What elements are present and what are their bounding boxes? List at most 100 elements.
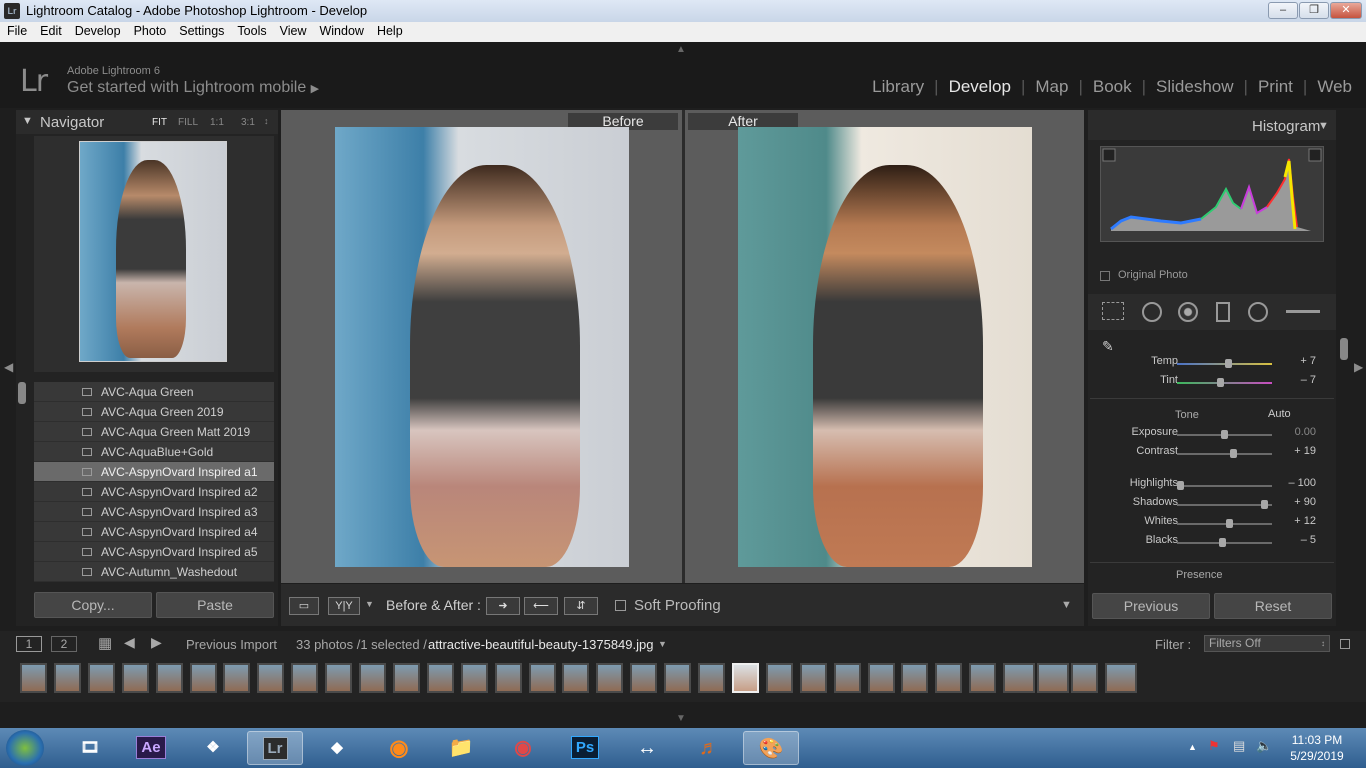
filmstrip-thumb[interactable] — [121, 663, 149, 693]
filmstrip-thumb[interactable] — [87, 663, 115, 693]
module-web[interactable]: Web — [1307, 77, 1362, 97]
slider-value[interactable]: – 5 — [1266, 534, 1316, 546]
filter-select[interactable]: Filters Off ↕ — [1204, 635, 1330, 652]
before-image[interactable] — [335, 127, 629, 567]
forward-arrow-icon[interactable]: ▶ — [151, 634, 162, 651]
photoshop-icon[interactable]: Ps — [557, 731, 613, 765]
right-panel-scrollbar[interactable] — [1340, 338, 1348, 360]
selected-filename[interactable]: attractive-beautiful-beauty-1375849.jpg — [428, 637, 653, 652]
filmora-icon[interactable]: ◆ — [309, 731, 365, 765]
filmstrip-thumb[interactable] — [426, 663, 454, 693]
module-slideshow[interactable]: Slideshow — [1146, 77, 1244, 97]
filmstrip-thumb[interactable] — [325, 663, 353, 693]
previous-button[interactable]: Previous — [1092, 593, 1210, 619]
filmstrip-thumb[interactable] — [867, 663, 895, 693]
preset-item[interactable]: AVC-Autumn_Washedout — [34, 562, 274, 582]
main-screen-button[interactable]: 1 — [16, 636, 42, 652]
menu-photo[interactable]: Photo — [127, 22, 173, 38]
preset-item[interactable]: AVC-AspynOvard Inspired a2 — [34, 482, 274, 502]
second-screen-button[interactable]: 2 — [51, 636, 77, 652]
filmstrip-thumb-selected[interactable] — [731, 663, 759, 693]
preset-item[interactable]: AVC-Aqua Green — [34, 382, 274, 402]
slider-value[interactable]: 0.00 — [1266, 426, 1316, 438]
restore-button[interactable]: ❐ — [1299, 2, 1329, 19]
file-explorer-icon[interactable]: 📁 — [433, 731, 489, 765]
collapse-triangle-icon[interactable]: ▼ — [22, 115, 33, 127]
reset-button[interactable]: Reset — [1214, 593, 1332, 619]
loupe-view-icon[interactable]: ▭ — [289, 597, 319, 615]
slider-track[interactable] — [1177, 382, 1272, 384]
swap-settings-icon[interactable]: ⇵ — [564, 597, 598, 615]
soft-proofing-checkbox[interactable] — [615, 600, 626, 611]
slider-value[interactable]: + 90 — [1266, 496, 1316, 508]
start-button-icon[interactable] — [6, 730, 44, 766]
filmstrip-thumb[interactable] — [901, 663, 929, 693]
filmstrip-thumb[interactable] — [460, 663, 488, 693]
filmstrip-thumb[interactable] — [1037, 663, 1069, 693]
menu-help[interactable]: Help — [370, 22, 409, 38]
filmstrip-thumb[interactable] — [257, 663, 285, 693]
navigator-header[interactable]: ▼ Navigator FIT FILL 1:1 3:1 ↕ — [16, 110, 278, 134]
slider-thumb[interactable] — [1229, 449, 1237, 458]
network-icon[interactable]: ▤ — [1233, 738, 1245, 754]
filmstrip-thumb[interactable] — [1104, 663, 1137, 693]
menu-settings[interactable]: Settings — [172, 22, 230, 38]
slider-value[interactable]: + 12 — [1266, 515, 1316, 527]
preset-item[interactable]: AVC-AspynOvard Inspired a4 — [34, 522, 274, 542]
collapse-triangle-icon[interactable]: ▼ — [1318, 120, 1329, 132]
crop-tool-icon[interactable] — [1102, 302, 1124, 320]
left-panel-toggle-icon[interactable]: ◀ — [4, 360, 13, 374]
copy-button[interactable]: Copy... — [34, 592, 152, 618]
audio-app-icon[interactable]: ♬ — [681, 731, 737, 765]
navigator-preview-area[interactable] — [34, 136, 274, 372]
teamviewer-icon[interactable]: ↔ — [619, 731, 675, 765]
filmstrip-thumb[interactable] — [223, 663, 251, 693]
slider-track[interactable] — [1177, 453, 1272, 455]
toolbar-menu-icon[interactable]: ▼ — [1061, 599, 1072, 611]
filmstrip-thumb[interactable] — [359, 663, 386, 693]
right-panel-toggle-icon[interactable]: ▶ — [1354, 360, 1363, 374]
lightroom-taskbar-icon[interactable]: Lr — [247, 731, 303, 765]
menu-window[interactable]: Window — [312, 22, 369, 38]
movie-maker-icon[interactable]: 🎞 — [62, 731, 118, 765]
copy-after-to-before-icon[interactable]: ⟵ — [524, 597, 558, 615]
filmstrip-thumb[interactable] — [765, 663, 793, 693]
tray-expand-icon[interactable]: ▲ — [1188, 742, 1197, 752]
auto-tone-button[interactable]: Auto — [1268, 408, 1291, 420]
presets-scrollbar[interactable] — [18, 382, 26, 404]
zoom-3-1[interactable]: 3:1 — [241, 117, 255, 128]
menu-edit[interactable]: Edit — [33, 22, 68, 38]
preset-item[interactable]: AVC-AquaBlue+Gold — [34, 442, 274, 462]
action-center-flag-icon[interactable]: ⚑ — [1208, 738, 1220, 754]
after-image[interactable] — [738, 127, 1032, 567]
zoom-fill[interactable]: FILL — [178, 117, 198, 128]
filmstrip-thumb[interactable] — [833, 663, 861, 693]
menu-view[interactable]: View — [273, 22, 313, 38]
module-library[interactable]: Library — [862, 77, 934, 97]
filmstrip-thumb[interactable] — [596, 663, 624, 693]
filmstrip-thumb[interactable] — [189, 663, 217, 693]
slider-thumb[interactable] — [1226, 519, 1234, 528]
pinned-app-icon[interactable]: ❖ — [185, 731, 241, 765]
volume-icon[interactable]: 🔈 — [1256, 738, 1272, 754]
filmstrip-thumb[interactable] — [1003, 663, 1036, 693]
slider-track[interactable] — [1177, 504, 1272, 506]
module-map[interactable]: Map — [1025, 77, 1078, 97]
preset-item[interactable]: AVC-Aqua Green Matt 2019 — [34, 422, 274, 442]
filmstrip-thumb[interactable] — [528, 663, 556, 693]
grid-view-icon[interactable]: ▦ — [98, 634, 112, 652]
source-label[interactable]: Previous Import — [186, 637, 277, 652]
slider-value[interactable]: – 7 — [1266, 374, 1316, 386]
slider-track[interactable] — [1177, 523, 1272, 525]
paint-icon[interactable]: 🎨 — [743, 731, 799, 765]
adjustment-brush-icon[interactable] — [1286, 310, 1320, 313]
module-develop[interactable]: Develop — [939, 77, 1021, 97]
filmstrip-thumb[interactable] — [155, 663, 183, 693]
filmstrip-thumb[interactable] — [630, 663, 658, 693]
filmstrip-thumb[interactable] — [392, 663, 420, 693]
menu-develop[interactable]: Develop — [68, 22, 127, 38]
filter-lock-icon[interactable] — [1340, 639, 1350, 649]
slider-thumb[interactable] — [1219, 538, 1227, 547]
filmstrip-thumb[interactable] — [799, 663, 827, 693]
filename-dropdown-icon[interactable]: ▼ — [658, 639, 667, 649]
